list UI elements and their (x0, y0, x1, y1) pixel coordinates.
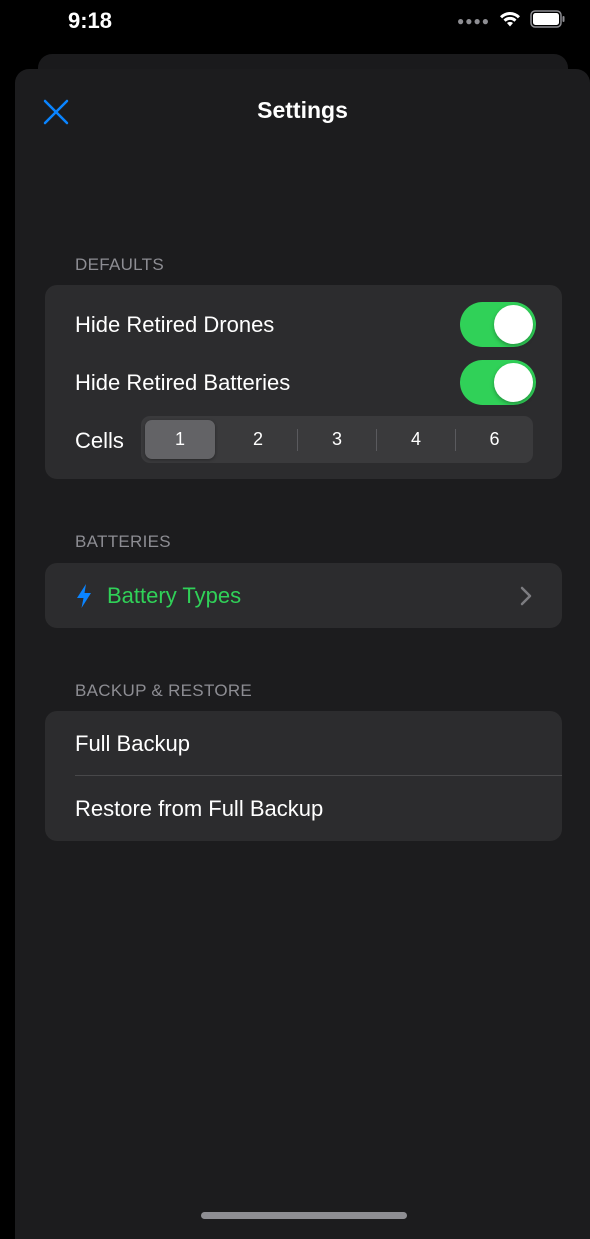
full-backup-label: Full Backup (75, 731, 190, 756)
cells-segment-4[interactable]: 4 (377, 416, 455, 463)
cells-label: Cells (75, 428, 124, 453)
page-title: Settings (257, 97, 348, 123)
backup-restore-group: Full Backup Restore from Full Backup (45, 711, 562, 841)
hide-retired-drones-label: Hide Retired Drones (75, 312, 275, 337)
status-bar: 9:18 ●●●● (0, 0, 590, 44)
hide-retired-batteries-toggle[interactable] (460, 360, 536, 405)
battery-icon (530, 10, 566, 28)
restore-full-backup-button[interactable]: Restore from Full Backup (45, 776, 562, 841)
defaults-group: Hide Retired Drones Hide Retired Batteri… (45, 285, 562, 479)
hide-retired-batteries-label: Hide Retired Batteries (75, 370, 291, 395)
chevron-right-icon (520, 586, 532, 611)
section-header-backup-restore: BACKUP & RESTORE (75, 681, 253, 700)
wifi-icon (498, 10, 522, 28)
section-header-defaults: DEFAULTS (75, 255, 164, 274)
hide-retired-drones-toggle[interactable] (460, 302, 536, 347)
settings-sheet: Settings DEFAULTS Hide Retired Drones Hi… (15, 69, 590, 1239)
nav-bar: Settings (15, 69, 590, 153)
status-time: 9:18 (68, 8, 113, 33)
lightning-bolt-icon (75, 583, 93, 614)
toggle-knob (494, 363, 533, 402)
battery-types-label: Battery Types (107, 583, 242, 608)
cells-segment-2[interactable]: 2 (219, 416, 297, 463)
restore-full-backup-label: Restore from Full Backup (75, 796, 324, 821)
section-header-batteries: BATTERIES (75, 532, 171, 551)
cells-segment-3[interactable]: 3 (298, 416, 376, 463)
signal-dots-icon: ●●●● (457, 14, 490, 28)
home-indicator[interactable] (201, 1212, 407, 1219)
toggle-knob (494, 305, 533, 344)
full-backup-button[interactable]: Full Backup (45, 711, 562, 775)
cells-segment-6[interactable]: 6 (456, 416, 533, 463)
status-icons: ●●●● (457, 10, 566, 28)
cells-segment-1[interactable]: 1 (145, 420, 215, 459)
battery-types-row[interactable]: Battery Types (45, 563, 562, 628)
cells-segmented-control: 1 2 3 4 6 (141, 416, 533, 463)
